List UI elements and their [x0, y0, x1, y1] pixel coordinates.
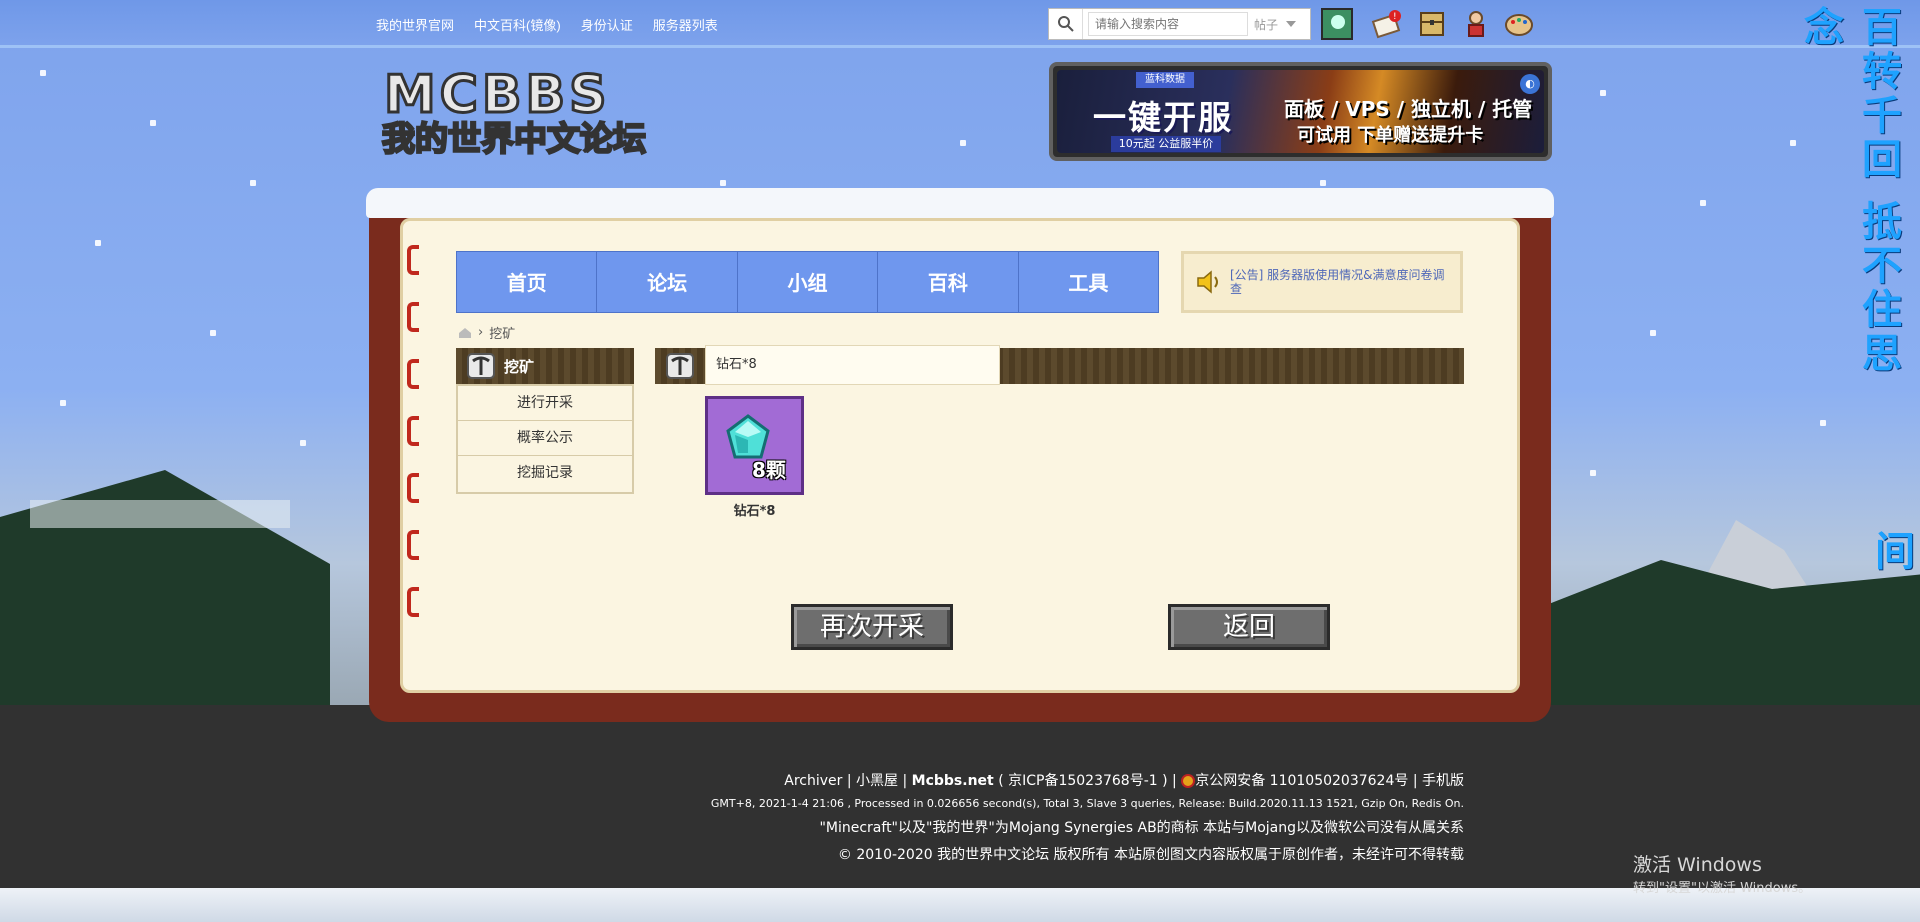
footer-icp[interactable]: ( 京ICP备15023768号-1 ) — [998, 773, 1167, 789]
breadcrumb-separator: › — [478, 325, 484, 340]
sidebar-item-records[interactable]: 挖掘记录 — [458, 456, 632, 491]
search-scope-select[interactable]: 帖子 — [1254, 16, 1297, 33]
character-icon[interactable] — [1460, 8, 1492, 40]
message-icon[interactable]: ! — [1371, 8, 1403, 40]
footer-trademark: "Minecraft"以及"我的世界"为Mojang Synergies AB的… — [819, 820, 1464, 836]
banner-price: 10元起 公益服半价 — [1111, 136, 1221, 152]
result-tab[interactable]: 钻石*8 — [705, 345, 1000, 385]
item-name: 钻石*8 — [733, 504, 776, 519]
speaker-icon — [1197, 270, 1218, 294]
pickaxe-icon — [666, 353, 694, 379]
sidebar-menu: 进行开采 概率公示 挖掘记录 — [456, 384, 634, 494]
svg-text:MCBBS: MCBBS — [384, 65, 611, 125]
search-box: 帖子 — [1048, 8, 1311, 40]
notice-box[interactable]: [公告] 服务器版使用情况&满意度问卷调查 — [1181, 251, 1463, 313]
top-bar: 我的世界官网 中文百科(镜像) 身份认证 服务器列表 帖子 ! — [0, 0, 1920, 48]
side-text-bottom: 逾越千年时间 — [1868, 530, 1914, 574]
palette-icon[interactable] — [1503, 8, 1535, 40]
footer-copyright: © 2010-2020 我的世界中文论坛 版权所有 本站原创图文内容版权属于原创… — [837, 847, 1464, 863]
breadcrumb: › 挖矿 — [458, 323, 515, 342]
sidebar-title: 挖矿 — [504, 357, 535, 376]
banner-line1: 面板 / VPS / 独立机 / 托管 — [1284, 97, 1533, 121]
notice-text[interactable]: [公告] 服务器版使用情况&满意度问卷调查 — [1230, 268, 1450, 296]
footer-links: Archiver | 小黑屋 | Mcbbs.net ( 京ICP备150237… — [784, 773, 1464, 789]
main-nav: 首页 论坛 小组 百科 工具 — [456, 251, 1159, 313]
footer-police[interactable]: 京公网安备 11010502037624号 — [1195, 773, 1408, 789]
snow-ground — [0, 888, 1920, 922]
nav-tools[interactable]: 工具 — [1019, 252, 1158, 312]
book-snow-cap — [366, 188, 1554, 218]
top-link-auth[interactable]: 身份认证 — [581, 15, 633, 34]
banner-line2: 可试用 下单赠送提升卡 — [1297, 125, 1484, 146]
banner-brand-icon: ◐ — [1520, 74, 1540, 94]
svg-text:我的世界中文论坛: 我的世界中文论坛 — [382, 119, 646, 158]
footer-link-archiver[interactable]: Archiver — [784, 773, 842, 789]
pickaxe-icon — [467, 353, 495, 379]
footer-link-mobile[interactable]: 手机版 — [1422, 773, 1464, 789]
watermark-line1: 激活 Windows — [1633, 854, 1762, 876]
back-button[interactable]: 返回 — [1168, 604, 1330, 650]
nav-group[interactable]: 小组 — [738, 252, 879, 312]
sidebar-header: 挖矿 — [456, 348, 634, 384]
top-link-wiki[interactable]: 中文百科(镜像) — [474, 15, 561, 34]
banner-tag: 蓝科数据 — [1136, 72, 1194, 88]
content-header: 钻石*8 — [655, 345, 1464, 385]
top-link-servers[interactable]: 服务器列表 — [653, 15, 718, 34]
top-link-official[interactable]: 我的世界官网 — [376, 15, 454, 34]
book-binding — [407, 245, 427, 665]
watermark-line2: 转到"设置"以激活 Windows。 — [1633, 881, 1812, 896]
nav-wiki[interactable]: 百科 — [878, 252, 1019, 312]
footer-site[interactable]: Mcbbs.net — [912, 773, 994, 789]
site-logo[interactable]: MCBBS 我的世界中文论坛 — [374, 62, 654, 160]
windows-activation-watermark: 激活 Windows 转到"设置"以激活 Windows。 — [1633, 850, 1811, 896]
footer: Archiver | 小黑屋 | Mcbbs.net ( 京ICP备150237… — [711, 770, 1464, 864]
police-badge-icon — [1181, 774, 1196, 788]
search-icon[interactable] — [1049, 9, 1083, 39]
search-input[interactable] — [1088, 12, 1248, 36]
top-links: 我的世界官网 中文百科(镜像) 身份认证 服务器列表 — [376, 15, 718, 34]
tree-snow-left — [30, 500, 290, 528]
ad-banner[interactable]: 蓝科数据 一键开服 10元起 公益服半价 面板 / VPS / 独立机 / 托管… — [1049, 62, 1552, 161]
chevron-down-icon — [1286, 21, 1297, 27]
side-text-top: 百转千回 抵不住思念 — [1797, 6, 1901, 376]
reward-item-slot[interactable]: 8颗 — [705, 396, 804, 495]
breadcrumb-current[interactable]: 挖矿 — [489, 323, 515, 342]
mine-again-button[interactable]: 再次开采 — [791, 604, 953, 650]
nav-home[interactable]: 首页 — [457, 252, 598, 312]
sidebar-item-mine[interactable]: 进行开采 — [458, 386, 632, 421]
footer-stats: GMT+8, 2021-1-4 21:06 , Processed in 0.0… — [710, 797, 1464, 810]
avatar[interactable] — [1321, 8, 1353, 40]
banner-headline: 一键开服 — [1093, 98, 1233, 137]
sidebar-item-probability[interactable]: 概率公示 — [458, 421, 632, 456]
svg-text:!: ! — [1393, 12, 1397, 22]
home-icon[interactable] — [458, 327, 472, 339]
chest-icon[interactable] — [1416, 8, 1448, 40]
footer-link-blackroom[interactable]: 小黑屋 — [856, 773, 898, 789]
search-scope-label: 帖子 — [1254, 17, 1279, 32]
item-count: 8颗 — [752, 458, 786, 482]
nav-forum[interactable]: 论坛 — [597, 252, 738, 312]
